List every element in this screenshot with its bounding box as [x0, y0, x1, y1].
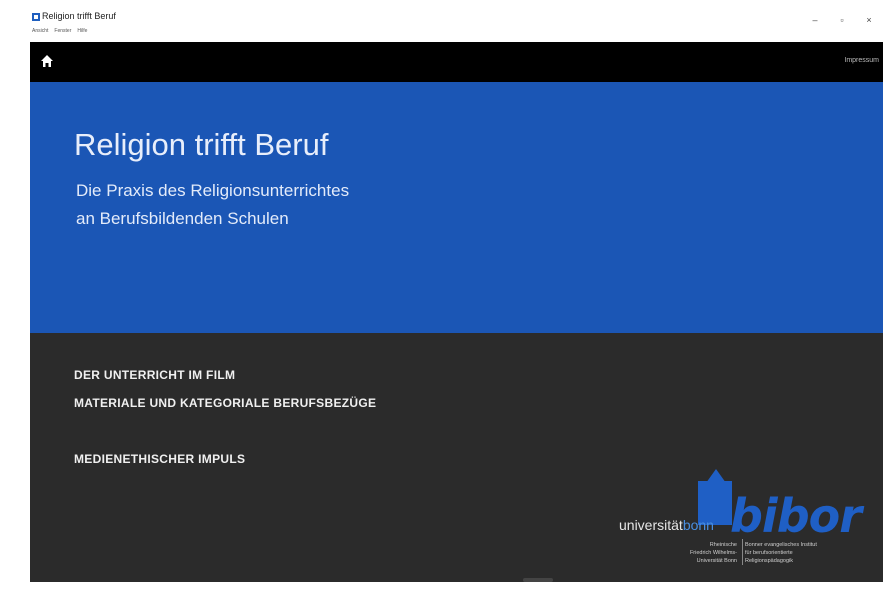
menu-hilfe[interactable]: Hilfe — [77, 28, 87, 34]
hero-subtitle: Die Praxis des Religionsunterrichtes an … — [76, 177, 349, 233]
link-unterricht-im-film[interactable]: DER UNTERRICHT IM FILM — [74, 368, 235, 382]
logo-left-line1: Rheinische — [709, 542, 737, 548]
link-berufsbezuege[interactable]: MATERIALE UND KATEGORIALE BERUFSBEZÜGE — [74, 396, 376, 410]
hero-subtitle-line2: an Berufsbildenden Schulen — [76, 209, 289, 228]
scroll-indicator[interactable] — [523, 578, 553, 582]
window-title: Religion trifft Beruf — [42, 11, 116, 21]
close-button[interactable]: × — [862, 14, 876, 26]
hero-title: Religion trifft Beruf — [74, 127, 329, 162]
logo-divider — [742, 539, 743, 565]
content-area: DER UNTERRICHT IM FILM MATERIALE UND KAT… — [30, 333, 883, 582]
app-icon — [32, 13, 40, 21]
logo-right-line2: für berufsorientierte — [745, 550, 793, 556]
university-logo: universitätbonn bibor Rheinische Friedri… — [590, 469, 880, 571]
logo-right-line3: Religionspädagogik — [745, 558, 794, 564]
logo-bibor: bibor — [730, 489, 862, 543]
top-navbar: Impressum — [30, 42, 883, 82]
logo-universitaet: universität — [619, 517, 683, 533]
minimize-button[interactable]: – — [808, 14, 822, 26]
app-window: Religion trifft Beruf Ansicht Fenster Hi… — [30, 8, 883, 582]
restore-button[interactable]: ▫ — [835, 14, 849, 26]
logo-institute-name: Bonner evangelisches Institut für berufs… — [745, 541, 817, 565]
logo-university-name: Rheinische Friedrich Wilhelms- Universit… — [650, 541, 737, 565]
logo-left-line2: Friedrich Wilhelms- — [689, 550, 737, 556]
title-bar: Religion trifft Beruf Ansicht Fenster Hi… — [30, 8, 883, 42]
logo-right-line1: Bonner evangelisches Institut — [745, 542, 817, 548]
hero-banner: Religion trifft Beruf Die Praxis des Rel… — [30, 82, 883, 333]
link-medienethischer-impuls[interactable]: MEDIENETHISCHER IMPULS — [74, 452, 245, 466]
home-icon[interactable] — [40, 54, 56, 70]
logo-bonn: bonn — [682, 517, 714, 533]
hero-subtitle-line1: Die Praxis des Religionsunterrichtes — [76, 181, 350, 200]
impressum-link[interactable]: Impressum — [844, 57, 879, 64]
menu-bar: Ansicht Fenster Hilfe — [32, 28, 87, 34]
menu-fenster[interactable]: Fenster — [54, 28, 71, 34]
menu-ansicht[interactable]: Ansicht — [32, 28, 48, 34]
logo-universitaet-text: universitätbonn — [619, 517, 714, 533]
logo-left-line3: Universität Bonn — [696, 558, 737, 564]
